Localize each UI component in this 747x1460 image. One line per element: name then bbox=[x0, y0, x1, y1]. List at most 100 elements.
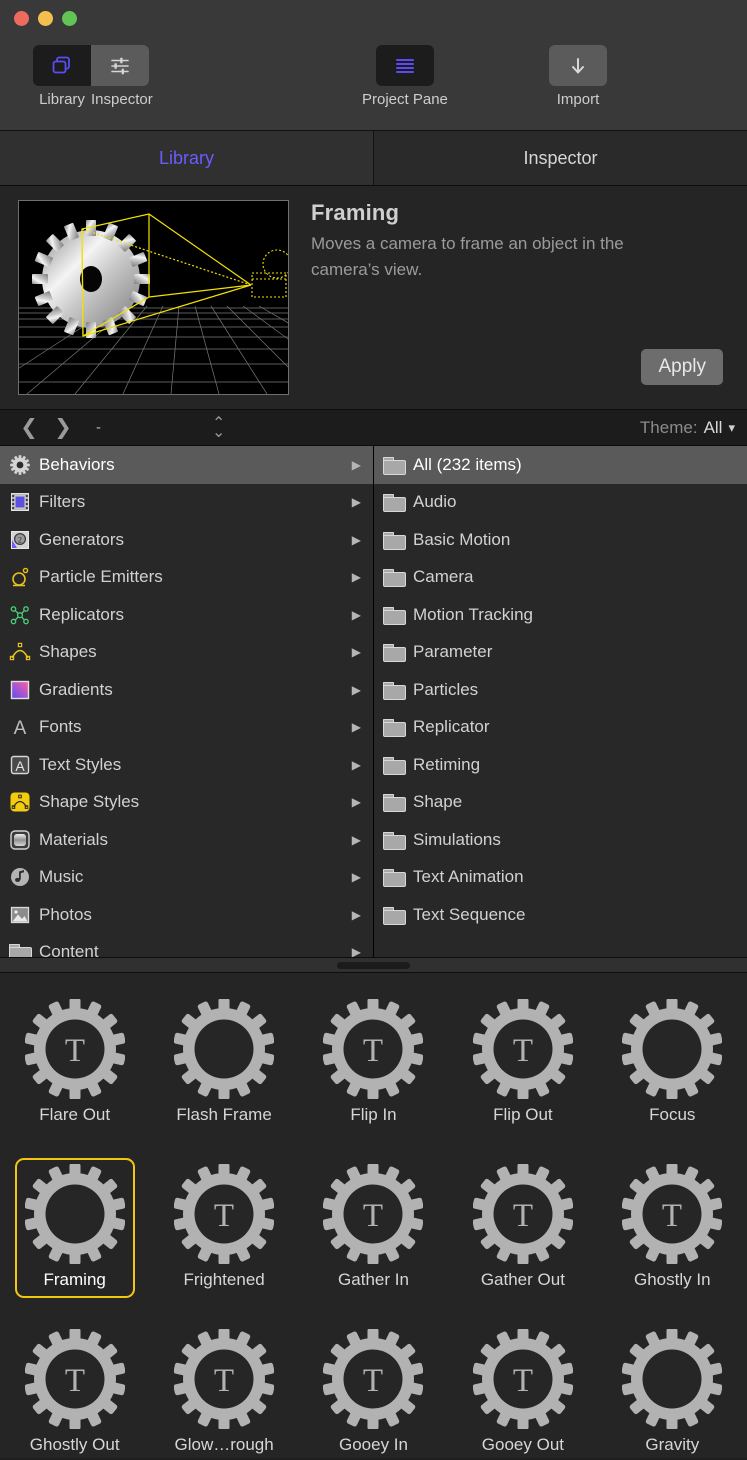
subcategory-row-text-sequence[interactable]: Text Sequence bbox=[374, 896, 747, 934]
subcategory-row-parameter[interactable]: Parameter bbox=[374, 634, 747, 672]
generator-icon: 2 bbox=[9, 529, 31, 551]
folder-icon bbox=[382, 828, 405, 851]
category-row-photos[interactable]: Photos ▶ bbox=[0, 896, 373, 934]
disclosure-arrow-icon[interactable]: ▶ bbox=[352, 795, 373, 809]
category-row-replicators[interactable]: Replicators▶ bbox=[0, 596, 373, 634]
behavior-item-label: Gather In bbox=[338, 1270, 409, 1290]
close-button[interactable] bbox=[14, 11, 29, 26]
category-label: Materials bbox=[39, 830, 344, 850]
disclosure-arrow-icon[interactable]: ▶ bbox=[352, 945, 373, 957]
behavior-item-gooey-in[interactable]: TGooey In bbox=[299, 1313, 448, 1460]
behavior-item-gather-out[interactable]: TGather Out bbox=[448, 1148, 597, 1313]
behavior-item-flip-in[interactable]: TFlip In bbox=[299, 983, 448, 1148]
gear-text-icon: T bbox=[323, 1164, 423, 1264]
chevron-left-icon[interactable]: ❮ bbox=[12, 415, 46, 440]
folder-icon bbox=[382, 678, 405, 701]
disclosure-arrow-icon[interactable]: ▶ bbox=[352, 608, 373, 622]
gear-text-icon: T bbox=[323, 1329, 423, 1429]
behavior-item-gather-in[interactable]: T Gather In bbox=[299, 1148, 448, 1313]
subcategory-row-simulations[interactable]: Simulations bbox=[374, 821, 747, 859]
subcategory-label: All (232 items) bbox=[413, 455, 747, 475]
replicator-icon bbox=[8, 603, 31, 626]
behavior-item-label: Focus bbox=[649, 1105, 695, 1125]
behavior-item-focus[interactable]: Focus bbox=[598, 983, 747, 1148]
behavior-item-gravity[interactable]: Gravity bbox=[598, 1313, 747, 1460]
toolbar-import-button[interactable] bbox=[549, 45, 607, 86]
disclosure-arrow-icon[interactable]: ▶ bbox=[352, 833, 373, 847]
tab-library[interactable]: Library bbox=[0, 131, 373, 185]
minimize-button[interactable] bbox=[38, 11, 53, 26]
chevron-right-icon[interactable]: ❯ bbox=[46, 415, 80, 440]
category-row-behaviors[interactable]: Behaviors▶ bbox=[0, 446, 373, 484]
category-label: Generators bbox=[39, 530, 344, 550]
subcategory-row-all-232-items[interactable]: All (232 items) bbox=[374, 446, 747, 484]
disclosure-arrow-icon[interactable]: ▶ bbox=[352, 908, 373, 922]
subcategory-row-audio[interactable]: Audio bbox=[374, 484, 747, 522]
tab-inspector[interactable]: Inspector bbox=[373, 131, 747, 185]
behavior-item-flare-out[interactable]: TFlare Out bbox=[0, 983, 149, 1148]
subcategory-label: Shape bbox=[413, 792, 747, 812]
apply-button[interactable]: Apply bbox=[641, 349, 723, 385]
category-row-materials[interactable]: Materials ▶ bbox=[0, 821, 373, 859]
behavior-item-gooey-out[interactable]: TGooey Out bbox=[448, 1313, 597, 1460]
disclosure-arrow-icon[interactable]: ▶ bbox=[352, 495, 373, 509]
gear-icon bbox=[8, 453, 31, 476]
behavior-item-framing[interactable]: Framing bbox=[0, 1148, 149, 1313]
zoom-button[interactable] bbox=[62, 11, 77, 26]
generator-icon: 2 bbox=[8, 528, 31, 551]
folder-icon bbox=[9, 944, 30, 957]
behavior-item-ghostly-in[interactable]: TGhostly In bbox=[598, 1148, 747, 1313]
subcategory-row-motion-tracking[interactable]: Motion Tracking bbox=[374, 596, 747, 634]
subcategory-row-text-animation[interactable]: Text Animation bbox=[374, 859, 747, 897]
toolbar-inspector-button[interactable] bbox=[91, 45, 149, 86]
category-row-gradients[interactable]: Gradients▶ bbox=[0, 671, 373, 709]
subcategory-row-particles[interactable]: Particles bbox=[374, 671, 747, 709]
behavior-item-glow-rough[interactable]: TGlow…rough bbox=[149, 1313, 298, 1460]
subcategory-row-retiming[interactable]: Retiming bbox=[374, 746, 747, 784]
toolbar-project-pane-button[interactable] bbox=[376, 45, 434, 86]
disclosure-arrow-icon[interactable]: ▶ bbox=[352, 758, 373, 772]
behavior-item-flash-frame[interactable]: Flash Frame bbox=[149, 983, 298, 1148]
category-row-fonts[interactable]: AFonts▶ bbox=[0, 709, 373, 747]
disclosure-arrow-icon[interactable]: ▶ bbox=[352, 458, 373, 472]
preview-thumbnail[interactable] bbox=[18, 200, 289, 395]
gear-text-icon: T bbox=[473, 999, 573, 1099]
category-row-filters[interactable]: Filters▶ bbox=[0, 484, 373, 522]
disclosure-arrow-icon[interactable]: ▶ bbox=[352, 645, 373, 659]
category-row-shapes[interactable]: Shapes▶ bbox=[0, 634, 373, 672]
subcategory-row-shape[interactable]: Shape bbox=[374, 784, 747, 822]
subcategory-row-basic-motion[interactable]: Basic Motion bbox=[374, 521, 747, 559]
film-icon bbox=[8, 491, 31, 514]
svg-text:T: T bbox=[363, 1363, 383, 1399]
disclosure-arrow-icon[interactable]: ▶ bbox=[352, 683, 373, 697]
category-row-particle-emitters[interactable]: Particle Emitters▶ bbox=[0, 559, 373, 597]
horizontal-splitter[interactable] bbox=[0, 957, 747, 973]
category-column[interactable]: Behaviors▶Filters▶2Generators▶Particle E… bbox=[0, 446, 374, 957]
behavior-item-flip-out[interactable]: TFlip Out bbox=[448, 983, 597, 1148]
category-row-shape-styles[interactable]: Shape Styles▶ bbox=[0, 784, 373, 822]
disclosure-arrow-icon[interactable]: ▶ bbox=[352, 870, 373, 884]
category-row-music[interactable]: Music▶ bbox=[0, 859, 373, 897]
subcategory-row-replicator[interactable]: Replicator bbox=[374, 709, 747, 747]
subcategory-row-camera[interactable]: Camera bbox=[374, 559, 747, 597]
disclosure-arrow-icon[interactable]: ▶ bbox=[352, 533, 373, 547]
svg-text:2: 2 bbox=[18, 535, 22, 544]
subcategory-label: Parameter bbox=[413, 642, 747, 662]
category-row-content[interactable]: Content▶ bbox=[0, 934, 373, 958]
download-arrow-icon bbox=[567, 54, 589, 78]
disclosure-arrow-icon[interactable]: ▶ bbox=[352, 720, 373, 734]
disclosure-arrow-icon[interactable]: ▶ bbox=[352, 570, 373, 584]
category-row-generators[interactable]: 2 Generators ▶ bbox=[0, 521, 373, 559]
behavior-item-grid[interactable]: TFlare OutFlash FrameTFlip InTFlip Out Fo… bbox=[0, 973, 747, 1458]
emitter-icon bbox=[8, 566, 31, 589]
behavior-item-frightened[interactable]: TFrightened bbox=[149, 1148, 298, 1313]
splitter-grip[interactable] bbox=[337, 962, 410, 969]
behavior-item-ghostly-out[interactable]: TGhostly Out bbox=[0, 1313, 149, 1460]
category-label: Photos bbox=[39, 905, 344, 925]
music-note-icon bbox=[8, 866, 31, 889]
category-row-text-styles[interactable]: AText Styles▶ bbox=[0, 746, 373, 784]
theme-selector[interactable]: Theme: All ▾ bbox=[640, 418, 735, 438]
subcategory-column[interactable]: All (232 items) AudioBasic MotionCameraMo… bbox=[374, 446, 747, 957]
up-down-stepper-icon[interactable]: ⌃⌄ bbox=[212, 419, 225, 437]
toolbar-library-button[interactable] bbox=[33, 45, 91, 86]
